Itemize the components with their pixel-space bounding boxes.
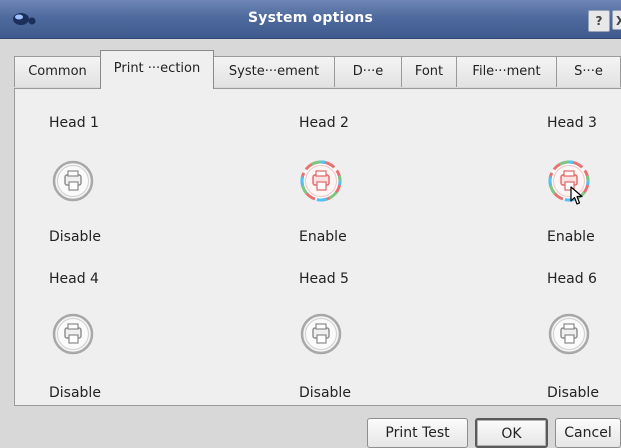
head-6-status: Disable <box>547 385 599 401</box>
close-button[interactable]: X <box>612 10 621 30</box>
tab-file-management[interactable]: File···ment <box>456 56 557 87</box>
title-bar[interactable]: System options ? X <box>0 0 621 39</box>
head-5-printer-icon[interactable] <box>300 313 342 355</box>
head-6-printer-icon[interactable] <box>548 313 590 355</box>
head-1-status: Disable <box>49 229 101 245</box>
head-1-label: Head 1 <box>49 115 99 131</box>
ok-button[interactable]: OK <box>475 418 548 448</box>
tab-font[interactable]: Font <box>401 56 457 87</box>
print-test-button[interactable]: Print Test <box>367 418 468 448</box>
head-4-status: Disable <box>49 385 101 401</box>
tab-common[interactable]: Common <box>14 56 101 87</box>
head-3-status: Enable <box>547 229 595 245</box>
print-selection-panel: Head 1 Head 2 Head 3 Disable Enable Enab… <box>14 88 621 406</box>
head-2-printer-icon[interactable] <box>300 160 342 202</box>
head-1-printer-icon[interactable] <box>52 160 94 202</box>
head-2-status: Enable <box>299 229 347 245</box>
tab-print-selection[interactable]: Print ···ection <box>100 50 214 89</box>
window-title: System options <box>247 10 374 26</box>
help-button[interactable]: ? <box>588 10 610 32</box>
mouse-cursor-icon <box>570 186 583 205</box>
head-5-label: Head 5 <box>299 271 349 287</box>
tab-s-e[interactable]: S···e <box>556 56 621 87</box>
head-2-label: Head 2 <box>299 115 349 131</box>
tab-d-e[interactable]: D···e <box>334 56 402 87</box>
head-4-label: Head 4 <box>49 271 99 287</box>
head-6-label: Head 6 <box>547 271 597 287</box>
cancel-button[interactable]: Cancel <box>555 418 621 448</box>
head-5-status: Disable <box>299 385 351 401</box>
head-3-label: Head 3 <box>547 115 597 131</box>
tab-system-management[interactable]: Syste···ement <box>213 56 335 87</box>
head-4-printer-icon[interactable] <box>52 313 94 355</box>
